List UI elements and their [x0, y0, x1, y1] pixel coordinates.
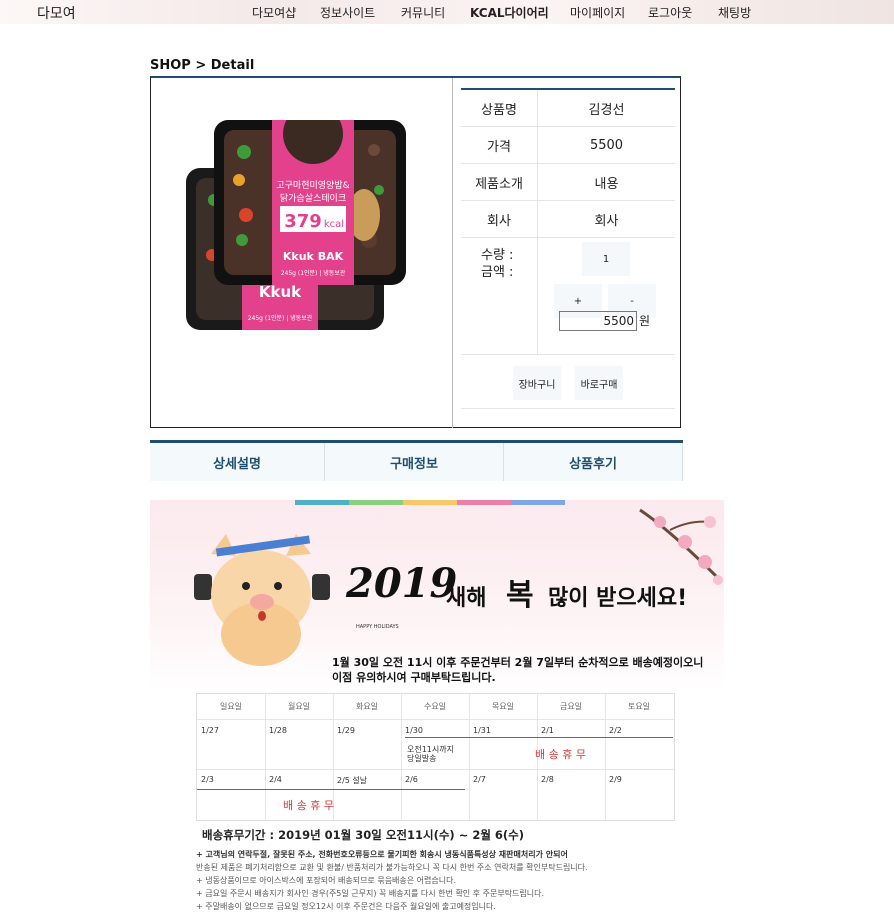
banner-happy-holidays: HAPPY HOLIDAYS [356, 624, 399, 630]
cal-date: 2/9 [609, 775, 622, 784]
cal-header-wed: 수요일 [423, 702, 447, 711]
pig-mascot-illustration [194, 534, 330, 666]
nav-logout[interactable]: 로그아웃 [648, 4, 692, 21]
holiday-label-2: 배 송 휴 무 [283, 799, 334, 812]
cal-header-tue: 화요일 [355, 702, 379, 711]
tab-purchase-info[interactable]: 구매정보 [325, 443, 505, 481]
cal-note-2: 당일발송 [407, 754, 437, 763]
cal-header-sun: 일요일 [219, 702, 243, 711]
delivery-calendar: 일요일 월요일 화요일 수요일 목요일 금요일 토요일 1/27 1/28 1/… [196, 693, 675, 821]
banner-greeting-3: 많이 받으세요! [548, 586, 688, 611]
holiday-notice-banner: 2019 새해 복 많이 받으세요! HAPPY HOLIDAYS 1월 30일… [150, 500, 724, 914]
cal-line-2 [197, 769, 674, 770]
image-title-1: 고구마현미영양밥& [276, 180, 349, 191]
breadcrumb: SHOP > Detail [150, 58, 255, 73]
nav-shop[interactable]: 다모여샵 [252, 4, 296, 21]
nav-info-site[interactable]: 정보사이트 [320, 4, 375, 21]
cal-date: 2/3 [201, 775, 214, 784]
notice-line-2: 이점 유의하시여 구매부탁드립니다. [332, 671, 496, 684]
holiday-period: 배송휴무기간 : 2019년 01월 30일 오전11시(수) ~ 2월 6(수… [202, 828, 525, 842]
stripe-1 [295, 500, 349, 505]
tab-description[interactable]: 상세설명 [150, 443, 326, 481]
product-detail-box: Kkuk 245g (1인분) | 냉동보관 고구마현미영양밥& 닭가슴살스테이… [150, 76, 681, 428]
cal-header-mon: 월요일 [287, 702, 311, 711]
row-product-name: 상품명 김경선 [461, 90, 675, 127]
cal-date: 2/2 [609, 726, 622, 735]
cal-date: 2/6 [405, 775, 418, 784]
notice-bullet-1: + 고객님의 연락두절, 잘못된 주소, 전화번호오류등으로 물기피한 회송시 … [196, 850, 568, 859]
holiday-arrow-1 [405, 737, 673, 738]
cal-date: 2/8 [541, 775, 554, 784]
nav-chat-room[interactable]: 채팅방 [718, 4, 751, 21]
banner-greeting-1: 새해 [446, 586, 487, 611]
row-description: 제품소개 내용 [461, 164, 675, 201]
stripe-5 [511, 500, 565, 505]
amount-field[interactable]: 5500 [559, 311, 637, 331]
label-company: 회사 [461, 201, 538, 237]
button-row-divider [461, 408, 675, 409]
notice-bullet-5: + 주말배송이 없으므로 금요일 정오12시 이후 주문건은 다음주 월요일에 … [196, 902, 496, 911]
brand-logo[interactable]: 다모여 [37, 3, 76, 23]
row-price: 가격 5500 [461, 127, 675, 164]
cal-date: 2/5 설날 [337, 776, 368, 785]
cal-date: 2/4 [269, 775, 282, 784]
nav-community[interactable]: 커뮤니티 [401, 4, 445, 21]
banner-greeting-2: 복 [506, 578, 534, 613]
image-kcal: 379 [284, 211, 322, 232]
product-info-table: 상품명 김경선 가격 5500 제품소개 내용 회사 회사 [461, 88, 675, 238]
nav-kcal-diary[interactable]: KCAL다이어리 [470, 4, 549, 21]
cal-header-fri: 금요일 [559, 702, 583, 711]
image-brand: Kkuk BAK [283, 250, 344, 263]
cal-date: 1/30 [405, 726, 423, 735]
cherry-blossom-illustration [639, 508, 723, 585]
value-description: 내용 [594, 176, 619, 192]
banner-year: 2019 [346, 560, 458, 607]
stripe-3 [403, 500, 457, 505]
nav-mypage[interactable]: 마이페이지 [570, 4, 625, 21]
stripe-4 [457, 500, 511, 505]
notice-line-1: 1월 30일 오전 11시 이후 주문건부터 2월 7일부터 순차적으로 배송예… [332, 656, 704, 669]
image-weight-back: 245g (1인분) | 냉동보관 [248, 314, 313, 322]
amount-label: 금액 : [481, 265, 514, 280]
cal-header-thu: 목요일 [491, 702, 515, 711]
detail-tabs: 상세설명 구매정보 상품후기 [150, 440, 684, 481]
buy-now-button[interactable]: 바로구매 [575, 366, 623, 400]
image-title-2: 닭가슴살스테이크 [280, 192, 346, 204]
holiday-arrow-2 [197, 789, 465, 790]
quantity-value[interactable]: 1 [582, 242, 630, 276]
notice-bullet-3: + 냉동상품이므로 아이스박스에 포장되어 배송되므로 묶음배송은 어렵습니다. [196, 876, 457, 885]
amount-unit: 원 [639, 314, 651, 328]
cal-date: 1/31 [473, 726, 491, 735]
label-product-name: 상품명 [461, 90, 538, 126]
cal-date: 1/29 [337, 726, 355, 735]
cal-date: 1/27 [201, 726, 219, 735]
cal-date: 1/28 [269, 726, 287, 735]
tab-reviews[interactable]: 상품후기 [504, 443, 684, 481]
cal-date: 2/1 [541, 726, 554, 735]
image-weight: 245g (1인분) | 냉동보관 [281, 269, 346, 277]
label-description: 제품소개 [461, 164, 538, 200]
cal-date: 2/7 [473, 775, 486, 784]
label-price: 가격 [461, 127, 538, 163]
notice-bullet-2: 반송된 제품은 폐기처리함으로 교환 및 환불/ 반품처리가 불가능하오니 꼭 … [196, 863, 588, 872]
image-kcal-unit: kcal [324, 219, 344, 230]
holiday-label-1: 배 송 휴 무 [535, 748, 586, 761]
box-divider [452, 78, 453, 428]
top-navigation-bar: 다모여 다모여샵 정보사이트 커뮤니티 KCAL다이어리 마이페이지 로그아웃 … [0, 0, 894, 24]
cal-header-sat: 토요일 [627, 702, 651, 711]
value-product-name: 김경선 [588, 102, 625, 118]
row-company: 회사 회사 [461, 201, 675, 238]
value-company: 회사 [594, 213, 619, 229]
svg-text:Kkuk: Kkuk [259, 283, 302, 301]
cart-button[interactable]: 장바구니 [513, 366, 561, 400]
value-price: 5500 [589, 137, 624, 153]
stripe-2 [349, 500, 403, 505]
notice-bullet-4: + 금요일 주문시 배송지가 회사인 경우(주5일 근무지) 꼭 배송지를 다시… [196, 889, 545, 898]
cal-line-1 [197, 719, 674, 720]
product-image: Kkuk 245g (1인분) | 냉동보관 고구마현미영양밥& 닭가슴살스테이… [184, 104, 409, 335]
